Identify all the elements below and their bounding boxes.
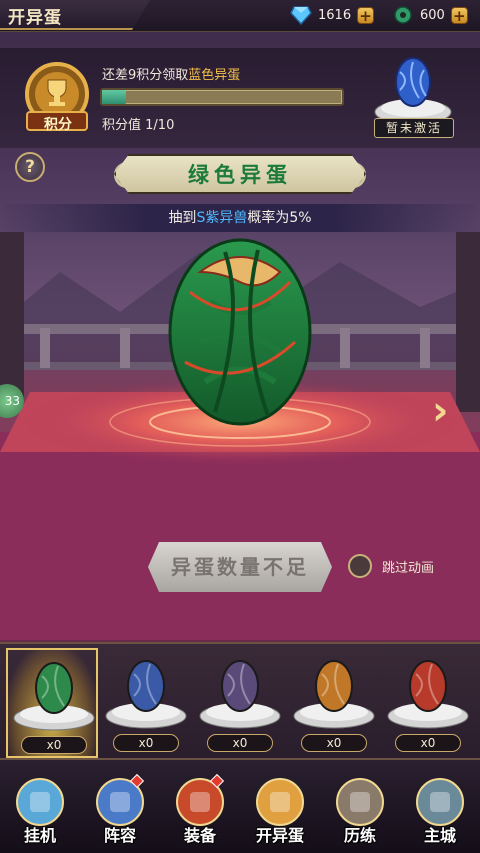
egg-count: x0 <box>301 734 367 752</box>
egg-slot-icon <box>387 660 469 729</box>
open-egg-button[interactable]: 异蛋数量不足 <box>148 542 332 592</box>
open-egg-screen: 开异蛋 1616 + 600 + 积分 还差9积分领取蓝色异蛋 积分值 1/10… <box>0 0 480 853</box>
help-button[interactable]: ? <box>15 152 45 182</box>
nav-label: 开异蛋 <box>255 826 304 845</box>
egg-slot[interactable]: x0 <box>382 648 474 758</box>
bottom-nav: 挂机 阵容 装备 开异蛋 历练 主城 <box>0 760 480 853</box>
reward-status-badge: 暂未激活 <box>374 118 454 138</box>
nav-icon <box>336 778 384 826</box>
nav-item[interactable]: 装备 <box>160 760 240 853</box>
nav-item[interactable]: 主城 <box>400 760 480 853</box>
green-egg-icon[interactable] <box>168 238 312 426</box>
nav-label: 挂机 <box>23 826 56 845</box>
egg-slot-icon <box>199 660 281 729</box>
egg-tray: x0 x0 x0 x0 x0 <box>0 642 480 760</box>
score-panel: 积分 还差9积分领取蓝色异蛋 积分值 1/10 暂未激活 <box>0 48 480 148</box>
nav-item[interactable]: 开异蛋 <box>240 760 320 853</box>
egg-slot[interactable]: x0 <box>194 648 286 758</box>
egg-slot[interactable]: x0 <box>100 648 192 758</box>
egg-count: x0 <box>207 734 273 752</box>
nav-label: 主城 <box>423 826 456 845</box>
nav-label: 装备 <box>183 826 216 845</box>
egg-name: 绿色异蛋 <box>188 163 292 187</box>
skip-checkbox[interactable] <box>348 554 372 578</box>
skip-animation-toggle[interactable]: 跳过动画 <box>348 554 434 578</box>
score-badge-label: 积分 <box>44 117 72 133</box>
add-gems-button[interactable]: + <box>357 6 375 24</box>
score-value-text: 积分值 1/10 <box>102 118 175 133</box>
egg-count: x0 <box>113 734 179 752</box>
score-progress-bar <box>100 88 344 106</box>
green-jade-icon <box>394 6 412 24</box>
nav-icon <box>16 778 64 826</box>
currency-gems: 1616 + <box>290 5 375 25</box>
jade-count: 600 <box>420 7 445 23</box>
score-hint: 还差9积分领取蓝色异蛋 <box>102 68 241 83</box>
nav-item[interactable]: 挂机 <box>0 760 80 853</box>
currency-jade: 600 + <box>392 5 468 25</box>
nav-icon <box>416 778 464 826</box>
nav-item[interactable]: 历练 <box>320 760 400 853</box>
egg-slot-icon <box>105 660 187 729</box>
add-jade-button[interactable]: + <box>450 6 468 24</box>
next-egg-arrow-icon[interactable]: › <box>432 388 448 434</box>
egg-slot-icon <box>293 660 375 729</box>
nav-label: 历练 <box>343 826 376 845</box>
probability-text: 抽到S紫异兽概率为5% <box>0 204 480 232</box>
page-title: 开异蛋 <box>8 8 62 28</box>
score-progress-fill <box>102 90 126 104</box>
blue-gem-icon <box>290 6 312 25</box>
egg-name-banner: 绿色异蛋 <box>114 154 366 194</box>
top-bar: 开异蛋 1616 + 600 + <box>0 0 480 32</box>
egg-count: x0 <box>395 734 461 752</box>
nav-label: 阵容 <box>103 826 136 845</box>
gem-count: 1616 <box>318 7 352 23</box>
nav-icon <box>256 778 304 826</box>
egg-slot-icon <box>13 662 95 731</box>
egg-slot[interactable]: x0 <box>288 648 380 758</box>
skip-label: 跳过动画 <box>382 560 435 576</box>
nav-item[interactable]: 阵容 <box>80 760 160 853</box>
title-plate: 开异蛋 <box>0 0 150 30</box>
egg-slot[interactable]: x0 <box>6 648 98 758</box>
egg-count: x0 <box>21 736 87 754</box>
